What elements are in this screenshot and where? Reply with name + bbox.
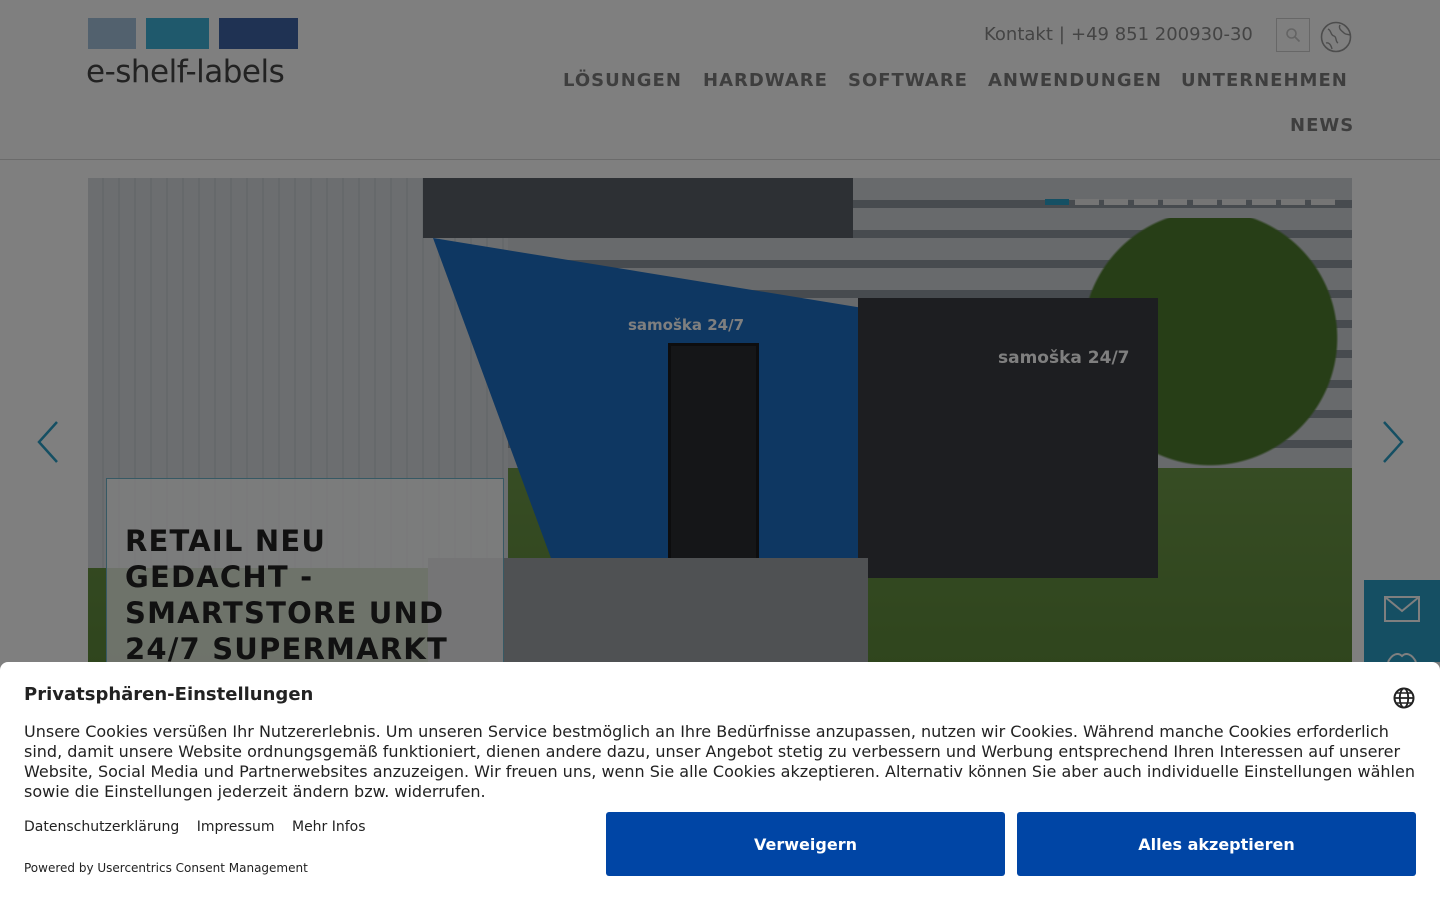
cookie-consent-banner: Privatsphären-Einstellungen Unsere Cooki… (0, 662, 1440, 900)
imprint-link[interactable]: Impressum (197, 819, 275, 835)
language-icon[interactable] (1393, 687, 1415, 709)
consent-links: Datenschutzerklärung Impressum Mehr Info… (24, 819, 379, 835)
more-info-link[interactable]: Mehr Infos (292, 819, 366, 835)
deny-button[interactable]: Verweigern (606, 812, 1005, 876)
consent-title: Privatsphären-Einstellungen (24, 684, 314, 705)
privacy-policy-link[interactable]: Datenschutzerklärung (24, 819, 179, 835)
accept-all-button[interactable]: Alles akzeptieren (1017, 812, 1416, 876)
powered-by-text: Powered by Usercentrics Consent Manageme… (24, 861, 308, 875)
consent-body: Unsere Cookies versüßen Ihr Nutzererlebn… (24, 722, 1415, 801)
